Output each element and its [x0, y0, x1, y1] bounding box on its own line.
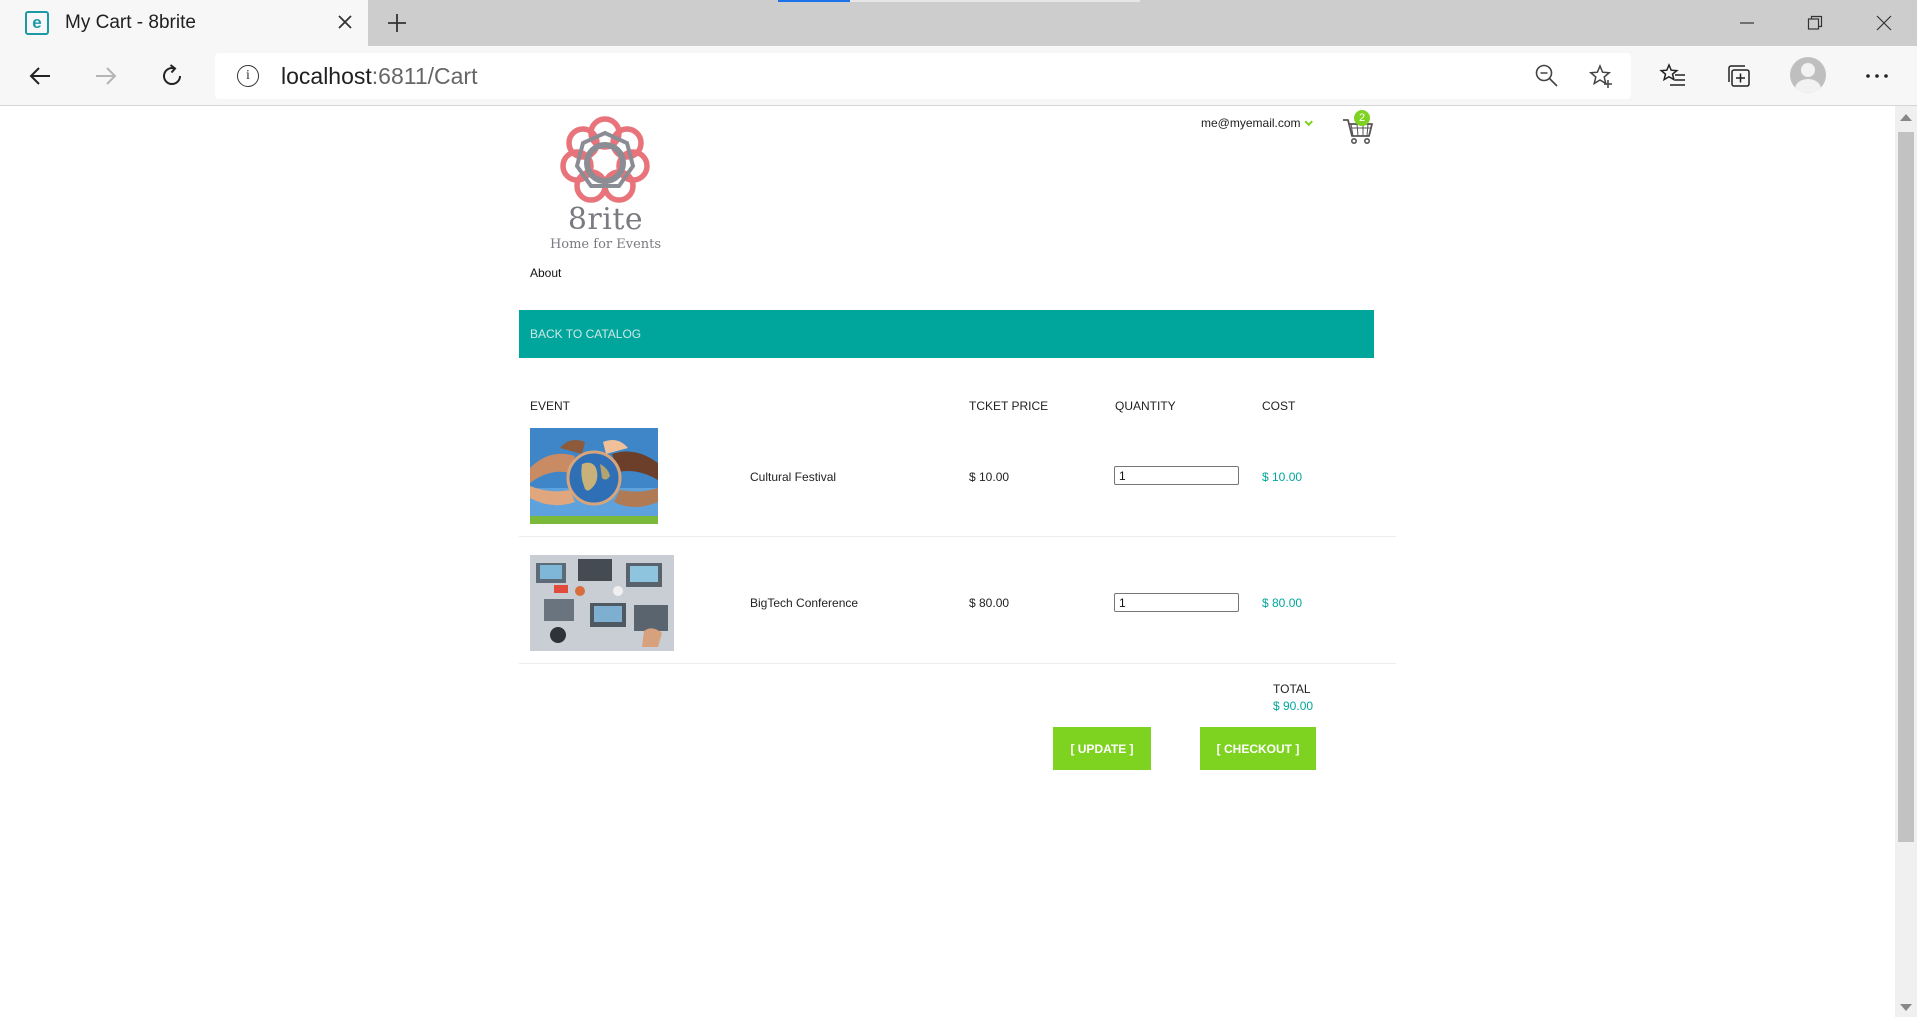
favorites-icon[interactable] — [1653, 56, 1693, 96]
quantity-input[interactable] — [1114, 593, 1239, 612]
event-name[interactable]: Cultural Festival — [750, 470, 836, 484]
ticket-price: $ 80.00 — [969, 596, 1010, 610]
cart-button[interactable]: 2 — [1341, 110, 1377, 146]
favorite-star-icon[interactable] — [1587, 62, 1615, 90]
total-label: TOTAL — [1273, 682, 1311, 696]
active-tab[interactable]: e My Cart - 8brite — [0, 0, 368, 46]
refresh-icon[interactable] — [152, 56, 192, 96]
page-content: 8rite Home for Events me@myemail.com 2 A… — [0, 106, 1895, 1017]
line-cost: $ 10.00 — [1262, 470, 1303, 484]
brand-name: 8rite — [567, 202, 644, 237]
total-value: $ 90.00 — [1273, 699, 1314, 713]
browser-toolbar: i localhost:6811/Cart — [0, 46, 1917, 106]
nav-link-about[interactable]: About — [530, 266, 561, 280]
tab-title: My Cart - 8brite — [65, 12, 196, 33]
back-to-catalog-link[interactable]: BACK TO CATALOG — [530, 327, 641, 341]
scroll-down-arrow-icon[interactable] — [1900, 1004, 1912, 1011]
line-cost: $ 80.00 — [1262, 596, 1303, 610]
loading-track — [850, 0, 1140, 2]
column-header-quantity: QUANTITY — [1115, 399, 1176, 413]
brand-logo[interactable]: 8rite Home for Events — [543, 111, 668, 252]
celtic-knot-logo-icon — [560, 116, 650, 203]
brand-tagline: Home for Events — [549, 237, 662, 252]
quantity-input[interactable] — [1114, 466, 1239, 485]
column-header-event: EVENT — [530, 399, 571, 413]
scroll-thumb[interactable] — [1898, 132, 1914, 842]
update-button[interactable]: [ UPDATE ] — [1053, 727, 1151, 770]
close-tab-icon[interactable] — [332, 9, 358, 35]
cart-count-badge: 2 — [1354, 110, 1370, 126]
event-image-bigtech-conference[interactable] — [530, 555, 674, 651]
chevron-down-icon — [1303, 117, 1313, 127]
close-window-icon[interactable] — [1851, 0, 1917, 46]
row-divider — [519, 663, 1396, 664]
user-email: me@myemail.com — [1201, 116, 1301, 130]
profile-avatar-icon[interactable] — [1790, 57, 1826, 93]
catalog-bar: BACK TO CATALOG — [519, 310, 1374, 358]
loading-indicator — [778, 0, 850, 2]
column-header-cost: COST — [1262, 399, 1296, 413]
row-divider — [519, 536, 1396, 537]
event-name[interactable]: BigTech Conference — [750, 596, 858, 610]
zoom-out-icon[interactable] — [1533, 62, 1561, 90]
edge-favicon-icon: e — [25, 11, 49, 35]
collections-icon[interactable] — [1719, 56, 1759, 96]
browser-window: e My Cart - 8brite i localhost:6811/Cart… — [0, 0, 1917, 1017]
checkout-button[interactable]: [ CHECKOUT ] — [1200, 727, 1316, 770]
address-bar[interactable]: i localhost:6811/Cart — [215, 53, 1631, 99]
page-scrollbar[interactable] — [1895, 106, 1917, 1017]
event-image-cultural-festival[interactable] — [530, 428, 658, 524]
forward-arrow-icon[interactable] — [86, 56, 126, 96]
scroll-up-arrow-icon[interactable] — [1900, 114, 1912, 121]
column-header-ticket-price: TCKET PRICE — [969, 399, 1049, 413]
tab-strip: e My Cart - 8brite — [0, 0, 1917, 46]
url-text[interactable]: localhost:6811/Cart — [281, 63, 477, 90]
back-arrow-icon[interactable] — [20, 56, 60, 96]
new-tab-icon[interactable] — [380, 6, 414, 40]
restore-window-icon[interactable] — [1782, 0, 1848, 46]
user-account-menu[interactable]: me@myemail.com — [1201, 116, 1313, 130]
minimize-window-icon[interactable] — [1714, 0, 1780, 46]
ticket-price: $ 10.00 — [969, 470, 1010, 484]
more-menu-icon[interactable] — [1857, 56, 1897, 96]
site-info-icon[interactable]: i — [237, 65, 259, 87]
